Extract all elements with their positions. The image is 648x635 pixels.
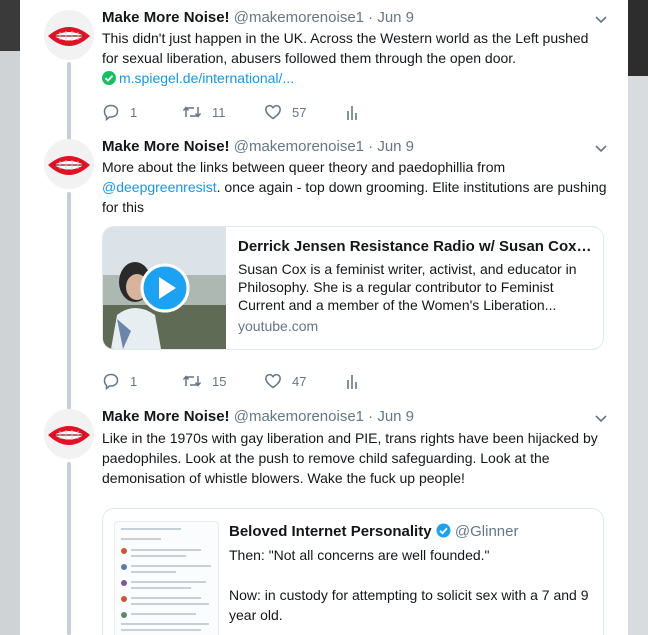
chevron-down-icon[interactable] xyxy=(594,12,608,26)
quoted-tweet-screenshot[interactable] xyxy=(114,521,219,635)
retweet-count: 11 xyxy=(212,104,226,120)
avatar[interactable] xyxy=(44,10,94,60)
author-handle[interactable]: @makemorenoise1 · Jun 9 xyxy=(234,138,414,155)
timeline-panel: Make More Noise! @makemorenoise1 · Jun 9… xyxy=(20,0,628,635)
avatar[interactable] xyxy=(44,409,94,459)
retweet-button[interactable]: 15 xyxy=(182,371,226,391)
mention-link[interactable]: @deepgreenresist xyxy=(102,179,217,195)
verified-icon xyxy=(436,523,451,538)
tweet-text: More about the links between queer theor… xyxy=(102,157,607,217)
like-button[interactable]: 47 xyxy=(264,371,306,391)
background-left xyxy=(0,0,20,635)
avatar[interactable] xyxy=(44,139,94,189)
author-name[interactable]: Make More Noise! xyxy=(102,9,230,26)
quoted-author-handle[interactable]: @Glinner xyxy=(455,523,519,540)
analytics-button[interactable] xyxy=(346,102,360,122)
tweet-header: Make More Noise! @makemorenoise1 · Jun 9 xyxy=(102,407,414,427)
retweet-count: 15 xyxy=(212,373,227,389)
tweet[interactable]: Make More Noise! @makemorenoise1 · Jun 9… xyxy=(20,407,628,635)
retweet-icon xyxy=(182,103,202,121)
tweet[interactable]: Make More Noise! @makemorenoise1 · Jun 9… xyxy=(20,8,628,125)
analytics-icon xyxy=(346,104,360,120)
heart-icon xyxy=(264,372,282,390)
quoted-tweet[interactable]: Beloved Internet Personality @Glinner Th… xyxy=(102,508,604,635)
quoted-author: Beloved Internet Personality @Glinner xyxy=(229,522,519,542)
check-icon xyxy=(102,70,116,85)
card-domain: youtube.com xyxy=(238,318,319,334)
link-card[interactable]: Derrick Jensen Resistance Radio w/ Susan… xyxy=(102,226,604,350)
retweet-icon xyxy=(182,372,202,390)
author-name[interactable]: Make More Noise! xyxy=(102,408,230,425)
tweet[interactable]: Make More Noise! @makemorenoise1 · Jun 9… xyxy=(20,137,628,394)
reply-count: 1 xyxy=(130,104,138,120)
quoted-text-line1: Then: "Not all concerns are well founded… xyxy=(229,547,490,563)
quoted-author-name[interactable]: Beloved Internet Personality xyxy=(229,523,432,540)
reply-button[interactable]: 1 xyxy=(102,102,137,122)
reply-button[interactable]: 1 xyxy=(102,371,137,391)
quoted-text-line2: Now: in custody for attempting to solici… xyxy=(229,587,589,623)
reply-count: 1 xyxy=(130,373,138,389)
tweet-text: This didn't just happen in the UK. Acros… xyxy=(102,28,607,88)
analytics-button[interactable] xyxy=(346,371,360,391)
author-handle[interactable]: @makemorenoise1 · Jun 9 xyxy=(234,408,414,425)
reply-icon xyxy=(102,103,120,121)
retweet-button[interactable]: 11 xyxy=(182,102,226,122)
card-title[interactable]: Derrick Jensen Resistance Radio w/ Susan… xyxy=(238,237,593,257)
tweet-header: Make More Noise! @makemorenoise1 · Jun 9 xyxy=(102,8,414,28)
heart-icon xyxy=(264,103,282,121)
tweet-body: More about the links between queer theor… xyxy=(102,159,506,175)
play-icon[interactable] xyxy=(140,263,190,313)
chevron-down-icon[interactable] xyxy=(594,411,608,425)
analytics-icon xyxy=(346,373,360,389)
card-description: Susan Cox is a feminist writer, activist… xyxy=(238,261,577,313)
reply-icon xyxy=(102,372,120,390)
like-count: 47 xyxy=(292,373,307,389)
background-right xyxy=(628,0,648,635)
author-handle[interactable]: @makemorenoise1 · Jun 9 xyxy=(234,9,414,26)
tweet-link[interactable]: m.spiegel.de/international/... xyxy=(119,70,294,86)
chevron-down-icon[interactable] xyxy=(594,141,608,155)
like-button[interactable]: 57 xyxy=(264,102,306,122)
tweet-text: Like in the 1970s with gay liberation an… xyxy=(102,430,598,486)
tweet-header: Make More Noise! @makemorenoise1 · Jun 9 xyxy=(102,137,414,157)
tweet-body: This didn't just happen in the UK. Acros… xyxy=(102,30,589,66)
quoted-text: Then: "Not all concerns are well founded… xyxy=(229,545,589,625)
like-count: 57 xyxy=(292,104,307,120)
video-thumbnail[interactable] xyxy=(103,227,226,349)
author-name[interactable]: Make More Noise! xyxy=(102,138,230,155)
